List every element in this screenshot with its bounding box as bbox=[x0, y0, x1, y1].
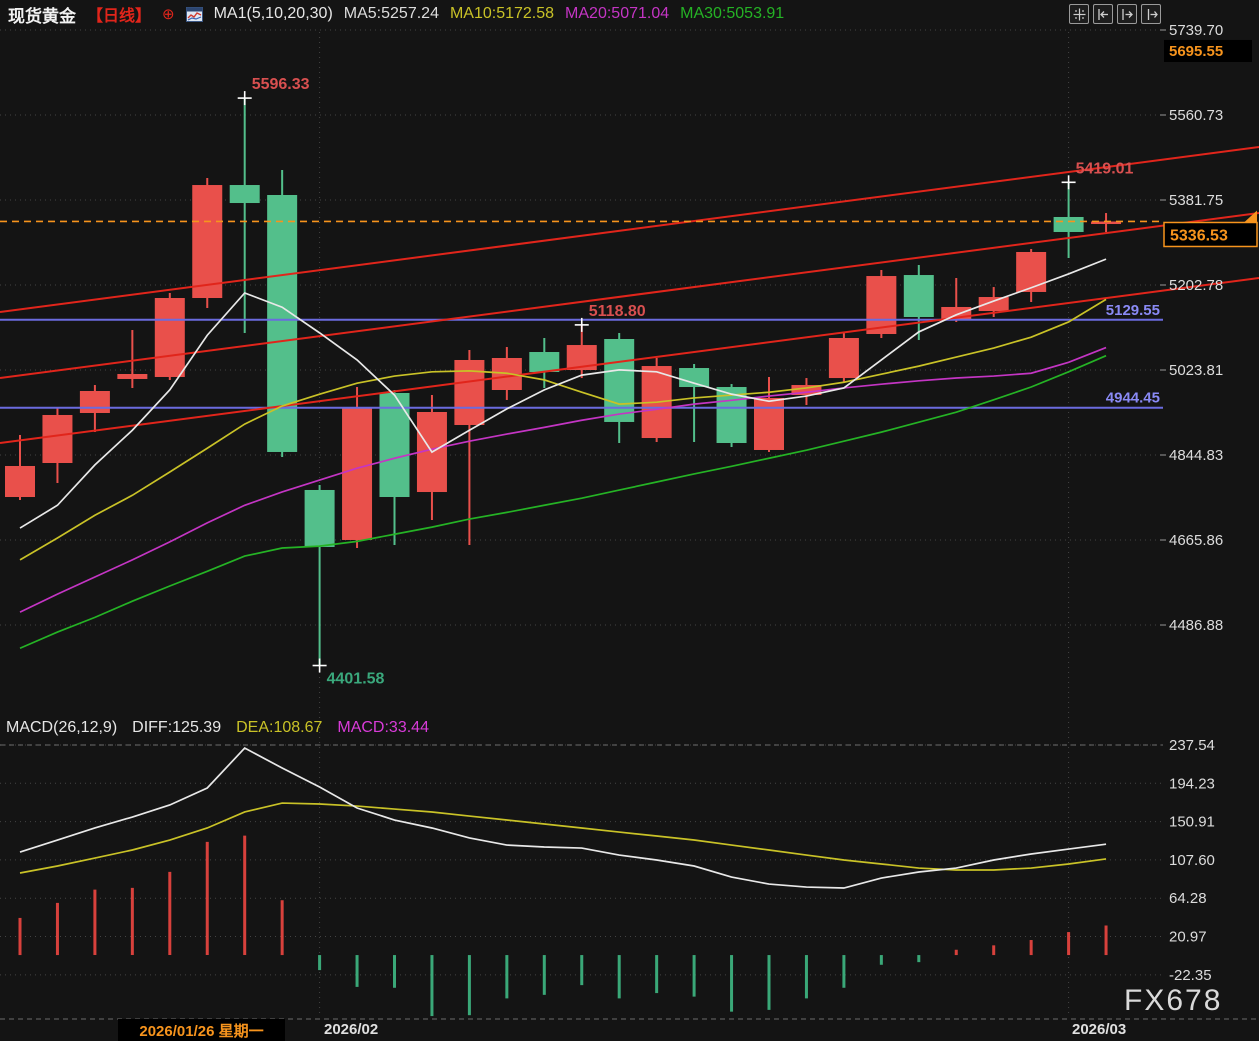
candle-body bbox=[192, 185, 223, 299]
candle-body bbox=[454, 359, 485, 426]
price-axis-tick: 4665.86 bbox=[1169, 532, 1223, 549]
current-price-flag-icon bbox=[1244, 210, 1257, 223]
price-axis-tick: 4486.88 bbox=[1169, 617, 1223, 634]
macd-axis-tick: 107.60 bbox=[1169, 852, 1215, 869]
ma5-value: MA5:5257.24 bbox=[343, 5, 439, 22]
ma30-value: MA30:5053.91 bbox=[680, 5, 785, 22]
ma20-line bbox=[19, 346, 1107, 613]
macd-diff-value: DIFF:125.39 bbox=[132, 719, 222, 736]
level-price-label: 5129.55 bbox=[1106, 302, 1160, 319]
symbol-name: 现货黄金 bbox=[8, 6, 76, 26]
marker-price-label: 5695.55 bbox=[1169, 43, 1223, 60]
candle-body bbox=[42, 414, 73, 464]
price-axis-tick: 5202.78 bbox=[1169, 277, 1223, 294]
macd-axis-tick: 64.28 bbox=[1169, 890, 1207, 907]
macd-axis-tick: 237.54 bbox=[1169, 737, 1215, 754]
extreme-price-annotation: 5419.01 bbox=[1076, 160, 1134, 177]
ma10-value: MA10:5172.58 bbox=[449, 5, 555, 22]
candle-body bbox=[1016, 251, 1047, 292]
macd-axis-tick: 194.23 bbox=[1169, 775, 1215, 792]
candle-body bbox=[117, 373, 148, 379]
extreme-price-annotation: 5596.33 bbox=[252, 76, 310, 93]
dea-line bbox=[19, 802, 1107, 874]
candle-body bbox=[79, 391, 110, 413]
ma20-value: MA20:5071.04 bbox=[565, 5, 670, 22]
level-price-label: 4944.45 bbox=[1106, 390, 1160, 407]
candle-body bbox=[903, 275, 934, 318]
diff-line bbox=[19, 746, 1107, 889]
candle-body bbox=[5, 465, 35, 498]
candle-body bbox=[754, 397, 784, 450]
candle-body bbox=[604, 338, 635, 422]
highlighted-date-label[interactable]: 2026/01/26 星期一 bbox=[118, 1019, 285, 1041]
current-price-label: 5336.53 bbox=[1170, 227, 1228, 244]
chart-toolbar bbox=[1069, 4, 1161, 24]
candle-body bbox=[529, 352, 560, 373]
chart-canvas[interactable]: 5129.55 4944.45 5596.33 4401.58 5118.80 5419.… bbox=[0, 0, 1259, 1041]
macd-params-label: MACD(26,12,9) bbox=[6, 719, 118, 736]
price-axis-tick: 5560.73 bbox=[1169, 107, 1223, 124]
month-label-mar: 2026/03 bbox=[1072, 1021, 1127, 1038]
pan-tool-icon[interactable] bbox=[1069, 4, 1089, 24]
price-axis-tick: 4844.83 bbox=[1169, 447, 1223, 464]
candle-body bbox=[828, 337, 859, 379]
macd-dea-value: DEA:108.67 bbox=[236, 719, 323, 736]
macd-macd-value: MACD:33.44 bbox=[337, 719, 429, 736]
timeframe-label[interactable]: 【日线】 bbox=[87, 2, 151, 26]
macd-axis-tick: -22.35 bbox=[1169, 967, 1212, 984]
target-icon[interactable]: ⊕ bbox=[162, 7, 175, 22]
price-axis-tick: 5381.75 bbox=[1169, 192, 1223, 209]
candle-body bbox=[342, 408, 373, 540]
chart-type-icon[interactable] bbox=[185, 6, 203, 23]
candle-body bbox=[1053, 216, 1084, 232]
extreme-price-annotation: 5118.80 bbox=[589, 303, 646, 320]
extreme-price-annotation: 4401.58 bbox=[327, 671, 385, 688]
price-axis-tick: 5739.70 bbox=[1169, 22, 1223, 39]
macd-axis-tick: 20.97 bbox=[1169, 929, 1207, 946]
chart-header: 现货黄金 【日线】 ⊕ MA1(5,10,20,30) MA5:5257.24 … bbox=[0, 0, 784, 28]
ma-group-label: MA1(5,10,20,30) bbox=[213, 5, 333, 22]
ma30-line bbox=[19, 354, 1107, 650]
macd-header: MACD(26,12,9) DIFF:125.39 DEA:108.67 MAC… bbox=[6, 719, 429, 737]
price-axis-tick: 5023.81 bbox=[1169, 362, 1223, 379]
candle-body bbox=[679, 368, 710, 388]
fx678-watermark: FX678 bbox=[1124, 984, 1223, 1017]
candle-body bbox=[267, 194, 298, 452]
jump-to-latest-icon[interactable] bbox=[1141, 4, 1161, 24]
scroll-left-icon[interactable] bbox=[1093, 4, 1113, 24]
scroll-right-icon[interactable] bbox=[1117, 4, 1137, 24]
candle-body bbox=[229, 185, 260, 204]
month-label-feb: 2026/02 bbox=[324, 1021, 379, 1038]
candle-body bbox=[304, 489, 335, 547]
candle-body bbox=[154, 298, 185, 377]
chart-window: 5129.55 4944.45 5596.33 4401.58 5118.80 5419.… bbox=[0, 0, 1259, 1041]
macd-axis-tick: 150.91 bbox=[1169, 814, 1215, 831]
